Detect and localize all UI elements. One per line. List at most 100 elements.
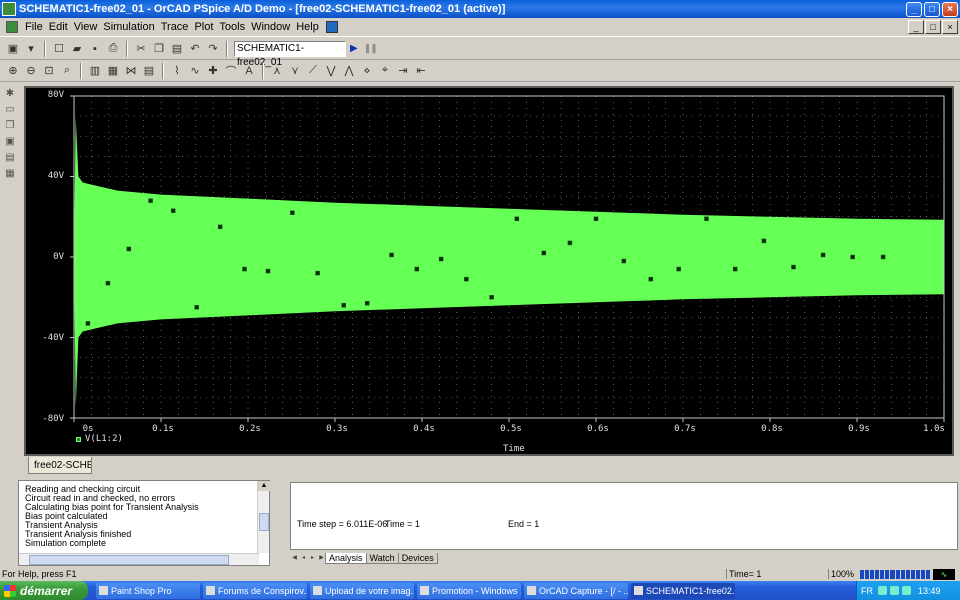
- output-horizontal-scrollbar[interactable]: [19, 553, 259, 565]
- tab-devices[interactable]: Devices: [397, 552, 438, 564]
- undo-icon[interactable]: ↶: [187, 41, 203, 57]
- zoom-out-icon[interactable]: ⊖: [23, 63, 39, 79]
- text-label-icon[interactable]: A: [241, 63, 257, 79]
- tab-prev-icon[interactable]: ◂: [299, 553, 308, 563]
- tray-icon[interactable]: [878, 586, 887, 595]
- output-log-pane[interactable]: Reading and checking circuit Circuit rea…: [18, 480, 270, 566]
- output-vertical-scrollbar[interactable]: ▲: [257, 481, 270, 553]
- trace-name: V(L1:2): [85, 434, 123, 444]
- paste-icon[interactable]: ▤: [169, 41, 185, 57]
- volume-icon[interactable]: [902, 586, 911, 595]
- task-upload[interactable]: Upload de votre imag...: [310, 582, 414, 599]
- menu-file[interactable]: File: [22, 21, 46, 33]
- cursor-slope-icon[interactable]: ⟋: [305, 63, 321, 79]
- start-button[interactable]: démarrer: [0, 581, 88, 600]
- progress-segment: [895, 569, 900, 579]
- cursor-point-icon[interactable]: ⋄: [359, 63, 375, 79]
- document-icon[interactable]: ▭: [4, 104, 16, 116]
- cursor-max-icon[interactable]: ⋀: [341, 63, 357, 79]
- task-promotion[interactable]: Promotion - Windows ...: [417, 582, 521, 599]
- copy-window-icon[interactable]: ❐: [4, 120, 16, 132]
- trace-marker: [364, 301, 370, 306]
- menu-plot[interactable]: Plot: [191, 21, 216, 33]
- task-pspice[interactable]: SCHEMATIC1-free02...: [631, 582, 735, 599]
- menu-trace[interactable]: Trace: [158, 21, 192, 33]
- tab-first-icon[interactable]: ◀: [290, 553, 299, 563]
- zoom-in-icon[interactable]: ⊕: [5, 63, 21, 79]
- trace-marker: [217, 224, 223, 230]
- cut-icon[interactable]: ✂: [133, 41, 149, 57]
- redo-icon[interactable]: ↷: [205, 41, 221, 57]
- plot-document-tab[interactable]: free02-SCHE...: [28, 457, 92, 474]
- previous-transition-icon[interactable]: ⇤: [413, 63, 429, 79]
- context-help-icon[interactable]: [325, 21, 338, 33]
- toolbar-separator: [262, 62, 264, 79]
- performance-analysis-icon[interactable]: ⋈: [123, 63, 139, 79]
- add-trace-icon[interactable]: ⌇: [169, 63, 185, 79]
- menu-edit[interactable]: Edit: [46, 21, 71, 33]
- tab-analysis[interactable]: Analysis: [325, 552, 367, 564]
- dropdown-arrow-icon[interactable]: ▾: [23, 41, 39, 57]
- tab-watch[interactable]: Watch: [365, 552, 399, 564]
- tab-next-icon[interactable]: ▸: [308, 553, 317, 563]
- x-tick-label: 0.8s: [761, 424, 783, 434]
- menu-help[interactable]: Help: [293, 21, 322, 33]
- cursor-trough-icon[interactable]: ⋎: [287, 63, 303, 79]
- pause-simulation-icon[interactable]: ❚❚: [364, 43, 378, 54]
- mdi-restore-button[interactable]: □: [925, 20, 941, 34]
- task-forums[interactable]: Forums de Conspirov...: [203, 582, 307, 599]
- log-x-axis-icon[interactable]: ▥: [87, 63, 103, 79]
- close-button[interactable]: ×: [942, 1, 958, 17]
- copy-icon[interactable]: ❐: [151, 41, 167, 57]
- scroll-thumb[interactable]: [259, 513, 269, 531]
- task-paint-shop-pro[interactable]: Paint Shop Pro: [96, 582, 200, 599]
- progress-segment: [865, 569, 870, 579]
- open-folder-icon[interactable]: ▰: [69, 41, 85, 57]
- maximize-button[interactable]: □: [924, 1, 940, 17]
- menu-simulation[interactable]: Simulation: [100, 21, 157, 33]
- print-icon[interactable]: ⎙: [105, 41, 121, 57]
- schematic-icon[interactable]: ▣: [4, 136, 16, 148]
- trace-marker: [464, 276, 469, 282]
- run-simulation-icon[interactable]: ▶: [350, 43, 358, 54]
- minimize-button[interactable]: _: [906, 1, 922, 17]
- output-file-icon[interactable]: ▤: [4, 152, 16, 164]
- trace-legend[interactable]: V(L1:2): [76, 434, 123, 444]
- settings-icon[interactable]: ✱: [4, 88, 16, 100]
- mdi-minimize-button[interactable]: _: [908, 20, 924, 34]
- eval-goal-function-icon[interactable]: ∿: [187, 63, 203, 79]
- next-transition-icon[interactable]: ⇥: [395, 63, 411, 79]
- log-y-axis-icon[interactable]: ▤: [141, 63, 157, 79]
- menu-view[interactable]: View: [71, 21, 101, 33]
- waveform-indicator-icon: ∿: [933, 568, 955, 580]
- simulation-profile-select[interactable]: SCHEMATIC1-free02_01: [234, 40, 346, 68]
- mark-label-icon[interactable]: ⌒: [223, 63, 239, 79]
- trace-area-v-l1-2: [74, 116, 944, 408]
- menu-tools[interactable]: Tools: [216, 21, 248, 33]
- language-indicator[interactable]: FR: [861, 586, 873, 596]
- tray-icon[interactable]: [890, 586, 899, 595]
- toggle-cursor-icon[interactable]: ✚: [205, 63, 221, 79]
- plot-window[interactable]: 80V 40V 0V -40V -80V 0s 0.1s 0.2s 0.3s 0…: [24, 86, 954, 456]
- monitor-icon[interactable]: ▦: [4, 168, 16, 180]
- task-orcad-capture[interactable]: OrCAD Capture - [/ - ...: [524, 582, 628, 599]
- zoom-area-icon[interactable]: ⊡: [41, 63, 57, 79]
- task-label: Upload de votre imag...: [325, 585, 414, 596]
- cursor-min-icon[interactable]: ⋁: [323, 63, 339, 79]
- cursor-peak-icon[interactable]: ⋏: [269, 63, 285, 79]
- mdi-close-button[interactable]: ×: [942, 20, 958, 34]
- new-simulation-icon[interactable]: ▣: [5, 41, 21, 57]
- scroll-thumb[interactable]: [29, 555, 229, 565]
- zoom-fit-icon[interactable]: ⌕: [59, 63, 75, 79]
- trace-marker: [438, 256, 444, 262]
- new-file-icon[interactable]: ☐: [51, 41, 67, 57]
- menu-window[interactable]: Window: [248, 21, 293, 33]
- waveform-plot[interactable]: [26, 88, 952, 454]
- cursor-search-icon[interactable]: ⌖: [377, 63, 393, 79]
- scroll-up-icon[interactable]: ▲: [258, 481, 270, 491]
- x-tick-label: 0.5s: [500, 424, 522, 434]
- save-icon[interactable]: ▪: [87, 41, 103, 57]
- fourier-icon[interactable]: ▦: [105, 63, 121, 79]
- trace-marker: [315, 270, 320, 276]
- document-icon[interactable]: [6, 21, 18, 33]
